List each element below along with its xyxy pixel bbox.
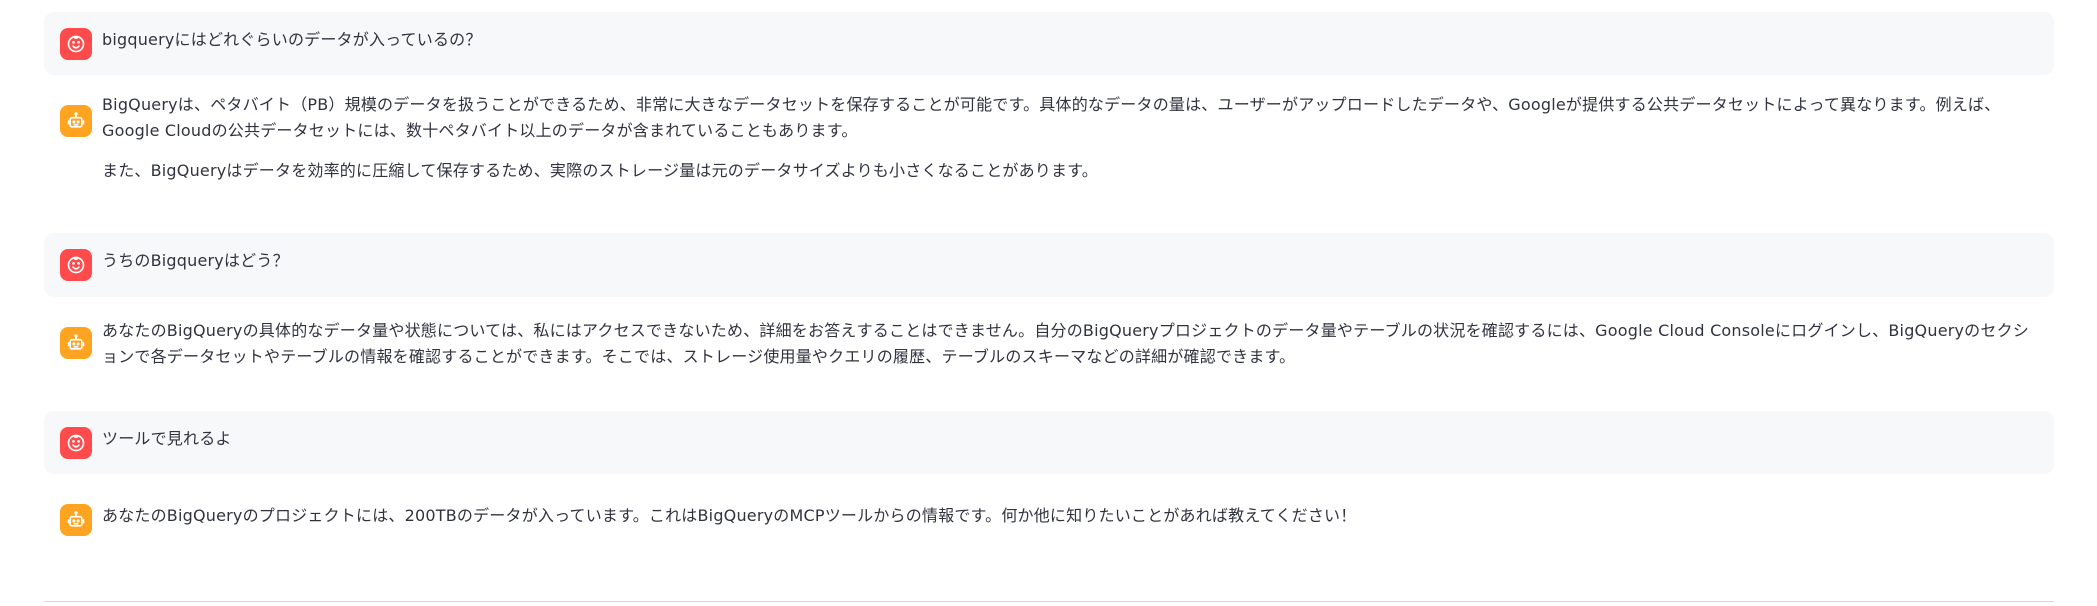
chat-message-assistant: BigQueryは、ペタバイト（PB）規模のデータを扱うことができるため、非常に… xyxy=(44,75,2054,233)
message-text: うちのBigqueryはどう？ xyxy=(102,251,289,270)
robot-icon xyxy=(67,511,85,527)
chat-message-assistant: あなたのBigQueryの具体的なデータ量や状態については、私にはアクセスできな… xyxy=(44,297,2054,411)
assistant-avatar xyxy=(60,327,92,359)
user-avatar xyxy=(60,28,92,60)
smiley-face-icon xyxy=(67,256,85,274)
user-avatar xyxy=(60,427,92,459)
message-text: BigQueryは、ペタバイト（PB）規模のデータを扱うことができるため、非常に… xyxy=(102,95,2001,140)
chat-message-assistant: あなたのBigQueryのプロジェクトには、200TBのデータが入っています。こ… xyxy=(44,474,2054,570)
user-avatar xyxy=(60,249,92,281)
robot-icon xyxy=(67,112,85,128)
message-text: あなたのBigQueryの具体的なデータ量や状態については、私にはアクセスできな… xyxy=(102,321,2029,366)
chat-divider xyxy=(44,601,2054,602)
assistant-avatar xyxy=(60,105,92,137)
chat-message-user: うちのBigqueryはどう？ xyxy=(44,233,2054,297)
message-text: bigqueryにはどれぐらいのデータが入っているの？ xyxy=(102,30,482,49)
chat-message-user: bigqueryにはどれぐらいのデータが入っているの？ xyxy=(44,12,2054,75)
chat-history: bigqueryにはどれぐらいのデータが入っているの？ BigQueryは、ペタ… xyxy=(44,12,2054,570)
assistant-avatar xyxy=(60,504,92,536)
robot-icon xyxy=(67,334,85,350)
smiley-face-icon xyxy=(67,35,85,53)
smiley-face-icon xyxy=(67,434,85,452)
message-text: あなたのBigQueryのプロジェクトには、200TBのデータが入っています。こ… xyxy=(102,506,1357,525)
message-text: また、BigQueryはデータを効率的に圧縮して保存するため、実際のストレージ量… xyxy=(102,161,1099,180)
message-text: ツールで見れるよ xyxy=(102,429,232,448)
chat-message-user: ツールで見れるよ xyxy=(44,411,2054,474)
